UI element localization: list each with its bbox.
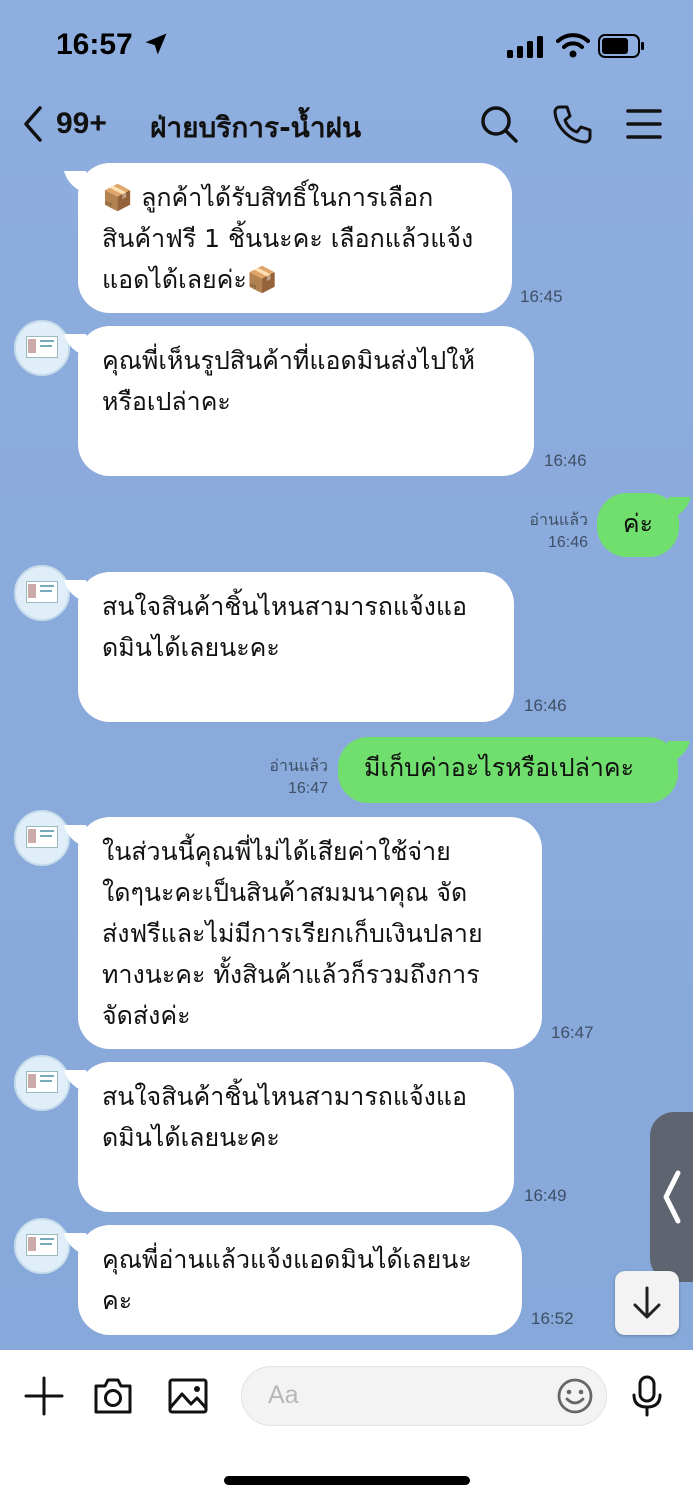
side-panel-handle[interactable] (650, 1112, 693, 1282)
message-time: 16:46 (544, 451, 587, 470)
incoming-message-bubble[interactable]: สนใจสินค้าชิ้นไหนสามารถแจ้งแอ ดมินได้เลย… (78, 1062, 514, 1212)
message-input[interactable]: Aa (241, 1366, 607, 1426)
avatar[interactable] (14, 320, 70, 376)
avatar[interactable] (14, 1218, 70, 1274)
incoming-message-bubble[interactable]: สนใจสินค้าชิ้นไหนสามารถแจ้งแอ ดมินได้เลย… (78, 572, 514, 722)
wifi-icon (556, 33, 590, 58)
read-label: อ่านแล้ว (529, 512, 588, 529)
phone-icon[interactable] (551, 102, 595, 146)
status-time: 16:57 (56, 28, 133, 61)
incoming-message-bubble[interactable]: คุณพี่เห็นรูปสินค้าที่แอดมินส่งไปให้ หรื… (78, 326, 534, 476)
avatar[interactable] (14, 565, 70, 621)
search-icon[interactable] (477, 102, 521, 146)
avatar[interactable] (14, 810, 70, 866)
scroll-to-bottom-button[interactable] (615, 1271, 679, 1335)
message-time: 16:49 (524, 1186, 567, 1205)
back-button[interactable]: 99+ (20, 102, 107, 146)
message-time: 16:46 (524, 696, 567, 715)
message-time: 16:46 (547, 534, 588, 551)
battery-icon (598, 34, 644, 58)
menu-icon[interactable] (622, 102, 666, 146)
chevron-left-icon (24, 106, 42, 142)
microphone-icon[interactable] (625, 1374, 669, 1418)
chevron-left-icon (663, 1170, 681, 1224)
arrow-down-icon (633, 1286, 661, 1319)
home-indicator (224, 1476, 470, 1485)
message-time: 16:47 (287, 780, 328, 797)
outgoing-message-bubble[interactable]: มีเก็บค่าอะไรหรือเปล่าคะ (338, 737, 678, 803)
status-bar: 16:57 (0, 0, 693, 92)
incoming-message-bubble[interactable]: ในส่วนนี้คุณพี่ไม่ได้เสียค่าใช้จ่าย ใดๆน… (78, 817, 542, 1049)
camera-icon[interactable] (91, 1374, 135, 1418)
image-icon[interactable] (166, 1374, 210, 1418)
input-placeholder: Aa (268, 1381, 299, 1409)
chat-header: 99+ ฝ่ายบริการ-น้ำฝน (0, 92, 693, 158)
read-receipt: อ่านแล้ว 16:47 (250, 756, 328, 800)
outgoing-message-bubble[interactable]: ค่ะ (597, 493, 679, 557)
unread-count: 99+ (56, 107, 107, 140)
message-time: 16:52 (531, 1309, 574, 1328)
avatar[interactable] (14, 1055, 70, 1111)
chat-title: ฝ่ายบริการ-น้ำฝน (150, 111, 362, 144)
message-time: 16:45 (520, 287, 563, 306)
message-input-bar: Aa (0, 1350, 693, 1500)
signal-icon (507, 36, 543, 58)
location-arrow-icon (145, 33, 167, 55)
incoming-message-bubble[interactable]: 📦 ลูกค้าได้รับสิทธิ์ในการเลือก สินค้าฟรี… (78, 163, 512, 313)
read-label: อ่านแล้ว (269, 758, 328, 775)
plus-icon[interactable] (22, 1374, 66, 1418)
read-receipt: อ่านแล้ว 16:46 (512, 510, 588, 554)
message-time: 16:47 (551, 1023, 594, 1042)
emoji-icon[interactable] (556, 1377, 594, 1415)
incoming-message-bubble[interactable]: คุณพี่อ่านแล้วแจ้งแอดมินได้เลยนะ คะ (78, 1225, 522, 1335)
